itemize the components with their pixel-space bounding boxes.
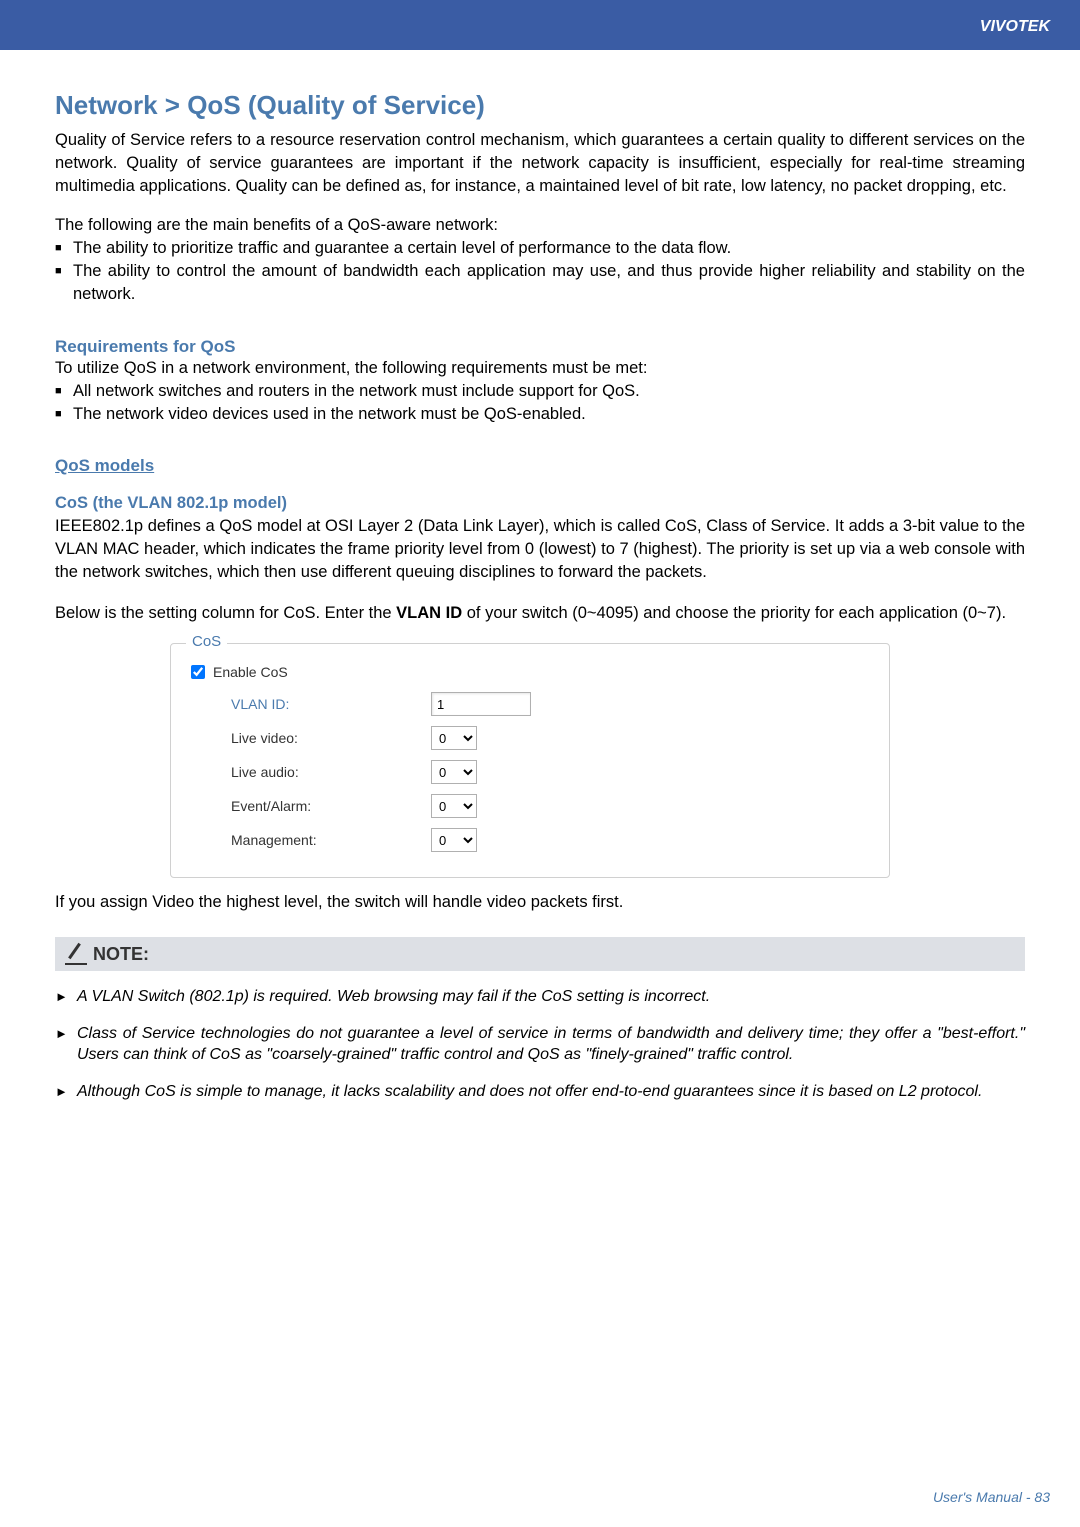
page-title: Network > QoS (Quality of Service)	[55, 90, 1025, 121]
vlan-id-label: VLAN ID:	[231, 696, 431, 712]
qos-models-heading: QoS models	[55, 456, 1025, 476]
live-video-label: Live video:	[231, 730, 431, 746]
live-audio-label: Live audio:	[231, 764, 431, 780]
live-audio-select[interactable]: 0	[431, 760, 477, 784]
main-content: Network > QoS (Quality of Service) Quali…	[0, 50, 1080, 1148]
enable-cos-label: Enable CoS	[213, 664, 288, 680]
benefit-item: The ability to prioritize traffic and gu…	[55, 237, 1025, 260]
enable-cos-row: Enable CoS	[191, 664, 869, 680]
requirement-item: All network switches and routers in the …	[55, 380, 1025, 403]
benefits-intro: The following are the main benefits of a…	[55, 216, 1025, 235]
settings-intro-prefix: Below is the setting column for CoS. Ent…	[55, 604, 396, 622]
management-select[interactable]: 0	[431, 828, 477, 852]
note-heading-row: NOTE:	[65, 943, 1015, 965]
settings-intro-suffix: of your switch (0~4095) and choose the p…	[462, 604, 1006, 622]
cos-settings-panel: CoS Enable CoS VLAN ID: Live video: 0 Li…	[170, 643, 890, 878]
event-alarm-select[interactable]: 0	[431, 794, 477, 818]
note-item: A VLAN Switch (802.1p) is required. Web …	[55, 986, 1025, 1008]
vlan-id-row: VLAN ID:	[191, 692, 869, 716]
live-audio-row: Live audio: 0	[191, 760, 869, 784]
requirement-item: The network video devices used in the ne…	[55, 403, 1025, 426]
settings-intro: Below is the setting column for CoS. Ent…	[55, 602, 1025, 625]
intro-paragraph: Quality of Service refers to a resource …	[55, 129, 1025, 198]
event-alarm-label: Event/Alarm:	[231, 798, 431, 814]
live-video-row: Live video: 0	[191, 726, 869, 750]
requirements-intro: To utilize QoS in a network environment,…	[55, 359, 1025, 378]
top-banner: VIVOTEK	[0, 0, 1080, 50]
management-row: Management: 0	[191, 828, 869, 852]
benefits-list: The ability to prioritize traffic and gu…	[55, 237, 1025, 306]
footer-page-label: User's Manual - 83	[933, 1489, 1050, 1505]
event-alarm-row: Event/Alarm: 0	[191, 794, 869, 818]
note-item: Although CoS is simple to manage, it lac…	[55, 1081, 1025, 1103]
requirements-list: All network switches and routers in the …	[55, 380, 1025, 426]
post-panel-text: If you assign Video the highest level, t…	[55, 893, 1025, 912]
requirements-heading: Requirements for QoS	[55, 337, 1025, 357]
management-label: Management:	[231, 832, 431, 848]
vlan-id-bold: VLAN ID	[396, 604, 462, 622]
cos-description: IEEE802.1p defines a QoS model at OSI La…	[55, 515, 1025, 584]
note-item: Class of Service technologies do not gua…	[55, 1023, 1025, 1066]
note-heading-label: NOTE:	[93, 944, 149, 965]
vlan-id-input[interactable]	[431, 692, 531, 716]
note-box: NOTE:	[55, 937, 1025, 971]
cos-heading: CoS (the VLAN 802.1p model)	[55, 494, 1025, 513]
enable-cos-checkbox[interactable]	[191, 665, 205, 679]
panel-legend: CoS	[186, 633, 227, 650]
benefit-item: The ability to control the amount of ban…	[55, 260, 1025, 306]
live-video-select[interactable]: 0	[431, 726, 477, 750]
brand-label: VIVOTEK	[980, 18, 1050, 36]
pencil-icon	[65, 943, 87, 965]
